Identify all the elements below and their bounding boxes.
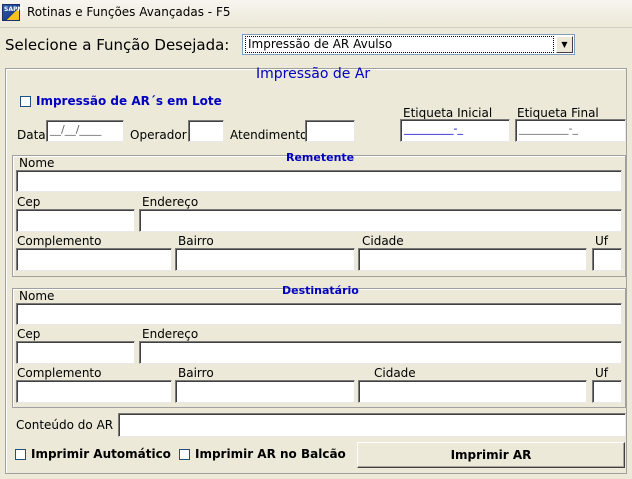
dest-bairro-label: Bairro (178, 366, 214, 380)
operador-label: Operador (130, 128, 187, 142)
function-select-label: Selecione a Função Desejada: (5, 36, 230, 54)
rem-cidade-field[interactable] (358, 248, 587, 271)
conteudo-field[interactable] (118, 413, 626, 437)
dest-endereco-field[interactable] (139, 341, 622, 364)
rem-complemento-label: Complemento (17, 234, 102, 248)
operador-field[interactable] (188, 120, 224, 142)
app-icon-text: SAPM (4, 6, 24, 13)
chevron-down-icon[interactable]: ▼ (556, 36, 573, 53)
auto-checkbox[interactable] (15, 449, 26, 460)
app-icon: SAPM (2, 4, 24, 21)
atendimento-field[interactable] (305, 120, 355, 142)
data-label: Data (17, 128, 46, 142)
dest-uf-label: Uf (595, 366, 609, 380)
atendimento-label: Atendimento (230, 128, 308, 142)
conteudo-label: Conteúdo do AR (16, 418, 114, 432)
destinatario-title: Destinatário (282, 284, 359, 297)
rem-bairro-label: Bairro (178, 234, 214, 248)
rem-complemento-field[interactable] (16, 248, 172, 271)
function-select-value: Impressão de AR Avulso (245, 36, 554, 53)
lote-label: Impressão de AR´s em Lote (36, 94, 222, 108)
remetente-title: Remetente (286, 151, 355, 164)
section-title: Impressão de Ar (256, 66, 371, 82)
rem-cep-label: Cep (17, 195, 41, 209)
function-select[interactable]: Impressão de AR Avulso ▼ (242, 34, 575, 55)
dest-cidade-label: Cidade (374, 366, 416, 380)
dest-bairro-field[interactable] (175, 380, 355, 403)
dest-nome-field[interactable] (16, 303, 622, 325)
data-field[interactable]: __/__/____ (46, 120, 124, 142)
rem-bairro-field[interactable] (175, 248, 355, 271)
rem-nome-field[interactable] (16, 170, 622, 192)
dest-cep-label: Cep (17, 327, 41, 341)
dest-complemento-field[interactable] (16, 380, 172, 403)
etiqueta-final-label: Etiqueta Final (517, 106, 599, 120)
balcao-label: Imprimir AR no Balcão (195, 447, 346, 461)
etiqueta-inicial-label: Etiqueta Inicial (403, 106, 493, 120)
lote-checkbox[interactable] (20, 96, 31, 107)
rem-uf-label: Uf (595, 234, 609, 248)
dest-complemento-label: Complemento (17, 366, 102, 380)
rem-endereco-label: Endereço (142, 195, 199, 209)
rem-cidade-label: Cidade (362, 234, 404, 248)
balcao-checkbox[interactable] (179, 449, 190, 460)
dest-cidade-field[interactable] (358, 380, 587, 403)
auto-label: Imprimir Automático (31, 447, 171, 461)
etiqueta-inicial-field[interactable]: _________-_ (400, 119, 510, 142)
rem-uf-field[interactable] (592, 248, 622, 271)
rem-endereco-field[interactable] (139, 209, 622, 232)
window-title: Rotinas e Funções Avançadas - F5 (27, 5, 231, 19)
dest-uf-field[interactable] (592, 380, 622, 403)
etiqueta-final-field[interactable]: _________-_ (515, 119, 626, 142)
dest-cep-field[interactable] (16, 341, 135, 364)
dest-nome-label: Nome (19, 289, 55, 303)
window-titlebar[interactable]: SAPM Rotinas e Funções Avançadas - F5 (0, 0, 632, 28)
dest-endereco-label: Endereço (142, 327, 199, 341)
rem-nome-label: Nome (19, 156, 55, 170)
print-ar-button[interactable]: Imprimir AR (357, 442, 625, 468)
rem-cep-field[interactable] (16, 209, 135, 232)
